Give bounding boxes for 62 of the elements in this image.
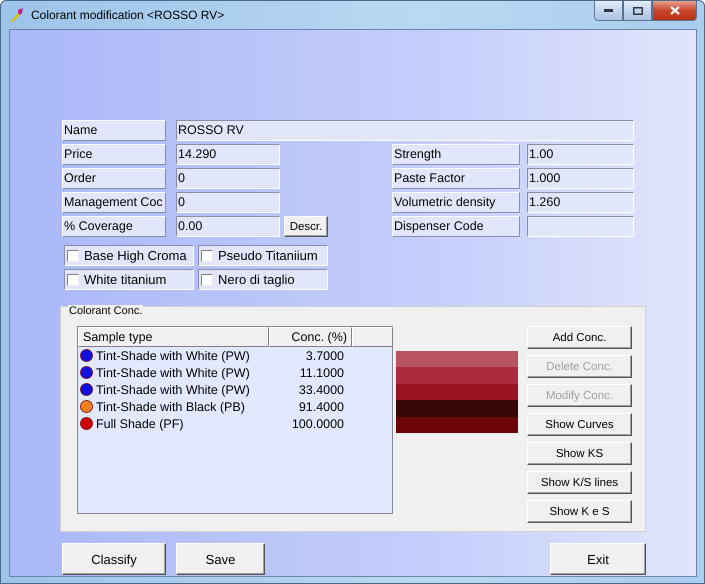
column-header[interactable]: Conc. (%) <box>269 327 352 347</box>
checkbox-label: Nero di taglio <box>218 272 295 287</box>
minimize-icon <box>604 9 613 12</box>
dialog-button[interactable]: Classify <box>62 543 166 575</box>
window-title: Colorant modification <ROSSO RV> <box>31 8 224 22</box>
maximize-button[interactable] <box>623 1 652 21</box>
checkbox-box[interactable] <box>67 250 79 262</box>
field-label: Price <box>62 144 166 165</box>
field-label: Name <box>62 120 166 141</box>
table-cell: Tint-Shade with White (PW) <box>96 348 250 362</box>
table-cell-text: 33.4000 <box>298 382 345 396</box>
checkbox[interactable]: Nero di taglio <box>198 269 328 290</box>
field-label: Paste Factor <box>392 168 520 189</box>
column-header[interactable] <box>352 327 393 347</box>
dialog-button[interactable]: Save <box>176 543 265 575</box>
table-cell: Tint-Shade with White (PW) <box>96 366 250 380</box>
table-cell: Full Shade (PF) <box>96 416 184 430</box>
checkbox-box[interactable] <box>201 250 213 262</box>
value-field[interactable]: 0 <box>176 168 280 189</box>
descr-button[interactable]: Descr. <box>284 216 328 237</box>
column-header[interactable]: Sample type <box>78 327 269 347</box>
close-icon <box>670 6 680 15</box>
value-field[interactable] <box>527 216 634 237</box>
checkbox-label: White titanium <box>84 272 166 287</box>
field-label: Order <box>62 168 166 189</box>
action-button[interactable]: Show Curves <box>527 413 632 436</box>
checkbox[interactable]: Base High Croma <box>64 245 194 266</box>
value-field[interactable]: 1.000 <box>527 168 634 189</box>
value-field[interactable]: 0 <box>176 192 280 213</box>
table-cell: Tint-Shade with Black (PB) <box>96 400 245 414</box>
table-cell-text: 100.0000 <box>290 416 345 430</box>
minimize-button[interactable] <box>594 1 623 21</box>
value-field[interactable]: 1.260 <box>527 192 634 213</box>
close-button[interactable] <box>652 1 697 21</box>
checkbox-box[interactable] <box>67 274 79 286</box>
field-label: % Coverage <box>62 216 166 237</box>
value-field[interactable]: 14.290 <box>176 144 280 165</box>
table-cell-text: 91.4000 <box>298 400 345 414</box>
field-label: Dispenser Code <box>392 216 520 237</box>
table-cell: Tint-Shade with White (PW) <box>96 382 250 396</box>
checkbox[interactable]: Pseudo Titaniium <box>198 245 328 266</box>
checkbox-label: Pseudo Titaniium <box>218 248 318 263</box>
checkbox-box[interactable] <box>201 274 213 286</box>
table-cell-text: 11.1000 <box>298 366 345 380</box>
group-title: Colorant Conc. <box>68 305 144 317</box>
action-button[interactable]: Show K/S lines <box>527 471 632 494</box>
field-label: Management Coc <box>62 192 166 213</box>
action-button[interactable]: Show K e S <box>527 500 632 523</box>
action-button[interactable]: Show KS <box>527 442 632 465</box>
value-field[interactable]: 0.00 <box>176 216 280 237</box>
table-cell-text: 3.7000 <box>304 348 345 362</box>
action-button[interactable]: Add Conc. <box>527 326 632 349</box>
dialog-button[interactable]: Exit <box>550 543 646 575</box>
checkbox-label: Base High Croma <box>84 248 187 263</box>
name-field[interactable]: ROSSO RV <box>176 120 634 141</box>
value-field[interactable]: 1.00 <box>527 144 634 165</box>
sample-list[interactable]: Sample type Conc. (%) Tint-Shade with White (PW) 3.7000 Tint-Shade with White (PW) 11.1000 Tint-Shade with White (PW) 33.4000 Tint-Shade with Black (PB) 91.4000 Full Shade (PF) 100.0000 <box>77 326 393 514</box>
paintbrush-icon <box>9 7 25 23</box>
maximize-icon <box>632 6 642 14</box>
checkbox[interactable]: White titanium <box>64 269 194 290</box>
field-label: Volumetric density <box>392 192 520 213</box>
field-label: Strength <box>392 144 520 165</box>
